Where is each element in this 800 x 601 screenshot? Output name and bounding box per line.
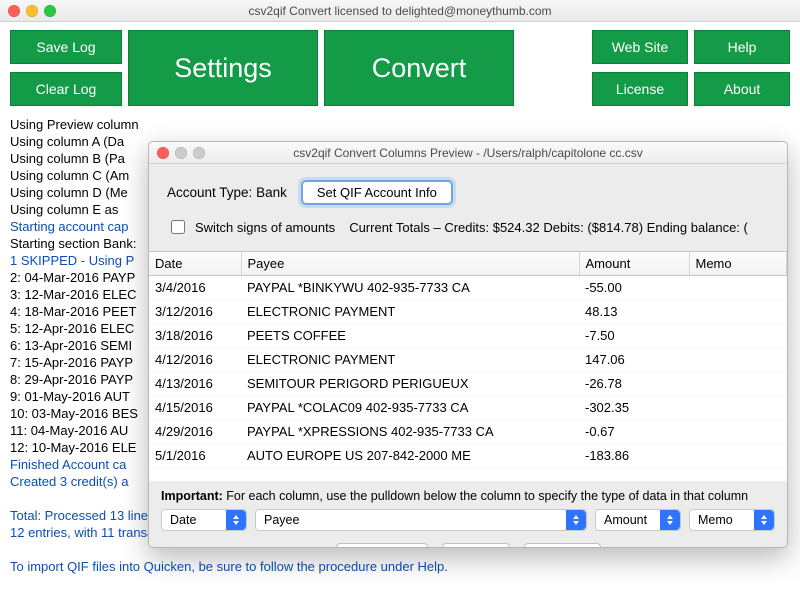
zoom-icon [193,147,205,159]
window-controls[interactable] [8,5,56,17]
cell-payee: PEETS COFFEE [241,324,579,348]
chevron-updown-icon [660,510,680,530]
cell-amount: -7.50 [579,324,689,348]
preview-title: csv2qif Convert Columns Preview - /Users… [213,146,723,160]
settings-button[interactable]: Settings [128,30,318,106]
preview-window: csv2qif Convert Columns Preview - /Users… [148,141,788,548]
cell-payee: PAYPAL *XPRESSIONS 402-935-7733 CA [241,420,579,444]
cell-payee: ELECTRONIC PAYMENT [241,300,579,324]
switch-signs-label: Switch signs of amounts [195,220,335,235]
account-type-label: Account Type: Bank [167,185,287,200]
cell-date: 4/15/2016 [149,396,241,420]
cell-memo [689,348,787,372]
log-line: To import QIF files into Quicken, be sur… [10,558,790,575]
cell-memo [689,324,787,348]
clear-log-button[interactable]: Clear Log [10,72,122,106]
column-selectors: Date Payee Amount Memo [149,509,787,539]
cell-payee: PAYPAL *COLAC09 402-935-7733 CA [241,396,579,420]
window-title: csv2qif Convert licensed to delighted@mo… [64,4,736,18]
close-icon[interactable] [157,147,169,159]
cell-date: 3/18/2016 [149,324,241,348]
preview-table: Date Payee Amount Memo 3/4/2016PAYPAL *B… [149,251,787,481]
cell-memo [689,396,787,420]
selector-payee[interactable]: Payee [255,509,587,531]
license-button[interactable]: License [592,72,688,106]
cell-payee: SEMITOUR PERIGORD PERIGUEUX [241,372,579,396]
clear-button[interactable]: Clear [442,543,510,548]
save-log-button[interactable]: Save Log [10,30,122,64]
col-amount[interactable]: Amount [579,252,689,276]
main-titlebar: csv2qif Convert licensed to delighted@mo… [0,0,800,22]
account-row: Account Type: Bank Set QIF Account Info [149,164,787,211]
close-icon[interactable] [8,5,20,17]
cell-amount: -26.78 [579,372,689,396]
cell-payee: ELECTRONIC PAYMENT [241,348,579,372]
cell-date: 3/12/2016 [149,300,241,324]
chevron-updown-icon [754,510,774,530]
table-row[interactable]: 4/12/2016ELECTRONIC PAYMENT147.06 [149,348,787,372]
cell-date: 5/1/2016 [149,444,241,468]
cell-payee: AUTO EUROPE US 207-842-2000 ME [241,444,579,468]
preview-titlebar: csv2qif Convert Columns Preview - /Users… [149,142,787,164]
minimize-icon [175,147,187,159]
selector-date[interactable]: Date [161,509,247,531]
cancel-button[interactable]: Cancel [524,543,601,548]
col-memo[interactable]: Memo [689,252,787,276]
switch-signs-checkbox[interactable]: Switch signs of amounts [167,217,335,237]
cell-date: 3/4/2016 [149,276,241,300]
cell-date: 4/13/2016 [149,372,241,396]
set-qif-account-button[interactable]: Set QIF Account Info [301,180,453,205]
col-payee[interactable]: Payee [241,252,579,276]
cell-amount: -55.00 [579,276,689,300]
cell-memo [689,444,787,468]
minimize-icon[interactable] [26,5,38,17]
cell-amount: -302.35 [579,396,689,420]
chevron-updown-icon [566,510,586,530]
chevron-updown-icon [226,510,246,530]
cell-amount: 147.06 [579,348,689,372]
switch-signs-input[interactable] [171,220,185,234]
help-button[interactable]: Help [694,30,790,64]
toolbar: Save Log Clear Log Settings Convert Web … [0,22,800,112]
table-row[interactable]: 3/4/2016PAYPAL *BINKYWU 402-935-7733 CA-… [149,276,787,300]
table-row[interactable]: 4/15/2016PAYPAL *COLAC09 402-935-7733 CA… [149,396,787,420]
selector-amount[interactable]: Amount [595,509,681,531]
table-row[interactable]: 3/18/2016PEETS COFFEE-7.50 [149,324,787,348]
current-totals: Current Totals – Credits: $524.32 Debits… [349,220,748,235]
cell-memo [689,372,787,396]
table-row[interactable]: 4/13/2016SEMITOUR PERIGORD PERIGUEUX-26.… [149,372,787,396]
cell-memo [689,276,787,300]
cell-amount: -183.86 [579,444,689,468]
zoom-icon[interactable] [44,5,56,17]
cell-amount: -0.67 [579,420,689,444]
table-row[interactable]: 4/29/2016PAYPAL *XPRESSIONS 402-935-7733… [149,420,787,444]
selector-memo[interactable]: Memo [689,509,775,531]
cell-date: 4/12/2016 [149,348,241,372]
cell-amount: 48.13 [579,300,689,324]
cell-payee: PAYPAL *BINKYWU 402-935-7733 CA [241,276,579,300]
preview-window-controls[interactable] [157,147,205,159]
log-line: Using Preview column [10,116,790,133]
col-date[interactable]: Date [149,252,241,276]
about-button[interactable]: About [694,72,790,106]
hint-text: Important: For each column, use the pull… [149,481,787,509]
create-qif-button[interactable]: Create qif [336,543,428,548]
cell-memo [689,300,787,324]
totals-row: Switch signs of amounts Current Totals –… [149,211,787,251]
website-button[interactable]: Web Site [592,30,688,64]
dialog-buttons: Create qif Clear Cancel [149,539,787,548]
table-row[interactable]: 3/12/2016ELECTRONIC PAYMENT48.13 [149,300,787,324]
table-row[interactable]: 5/1/2016AUTO EUROPE US 207-842-2000 ME-1… [149,444,787,468]
cell-memo [689,420,787,444]
cell-date: 4/29/2016 [149,420,241,444]
convert-button[interactable]: Convert [324,30,514,106]
